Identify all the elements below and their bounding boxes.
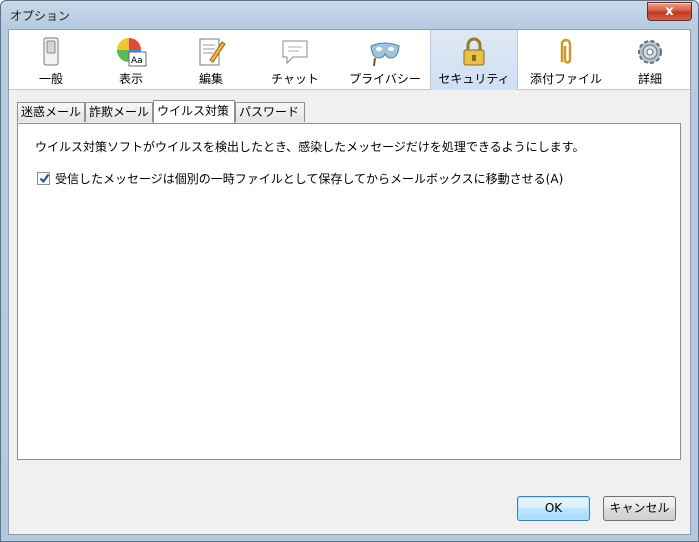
close-button[interactable]: x: [647, 2, 692, 21]
quarantine-checkbox[interactable]: [37, 172, 50, 185]
pane-label: セキュリティ: [438, 72, 510, 86]
pane-label: 表示: [118, 72, 143, 86]
security-tabs: 迷惑メール 詐欺メール ウイルス対策 パスワード: [17, 100, 677, 123]
pane-label: 添付ファイル: [529, 72, 602, 86]
quarantine-label: 受信したメッセージは個別の一時ファイルとして保存してからメールボックスに移動させ…: [55, 172, 564, 186]
compose-pencil-icon: [195, 36, 227, 68]
pane-display[interactable]: Aa 表示: [93, 30, 169, 90]
pane-security[interactable]: セキュリティ: [430, 30, 518, 90]
chat-bubble-icon: [279, 36, 311, 68]
display-palette-icon: Aa: [115, 36, 147, 68]
privacy-mask-icon: [369, 36, 401, 68]
pane-privacy[interactable]: プライバシー: [341, 30, 429, 90]
pane-advanced[interactable]: 詳細: [613, 30, 687, 90]
gear-icon: [634, 36, 666, 68]
pane-label: 詳細: [637, 72, 662, 86]
padlock-icon: [458, 36, 490, 68]
switch-icon: [35, 36, 67, 68]
pane-compose[interactable]: 編集: [173, 30, 249, 90]
antivirus-description: ウイルス対策ソフトがウイルスを検出したとき、感染したメッセージだけを処理できるよ…: [35, 140, 585, 154]
cancel-button[interactable]: キャンセル: [603, 496, 676, 521]
window-title: オプション: [10, 9, 71, 23]
pane-general[interactable]: 一般: [13, 30, 89, 90]
pane-label: チャット: [271, 72, 319, 86]
close-icon: x: [665, 4, 674, 19]
tab-passwords[interactable]: パスワード: [235, 102, 305, 122]
antivirus-panel: ウイルス対策ソフトがウイルスを検出したとき、感染したメッセージだけを処理できるよ…: [17, 123, 681, 460]
pane-label: 編集: [198, 72, 223, 86]
tab-antivirus[interactable]: ウイルス対策: [153, 100, 235, 123]
svg-text:Aa: Aa: [131, 56, 143, 66]
title-bar[interactable]: オプション x: [1, 1, 698, 29]
tab-scams[interactable]: 詐欺メール: [85, 102, 153, 122]
pane-label: プライバシー: [349, 72, 421, 86]
dialog-client-area: 一般 Aa 表示 編集 チャット プライバシー セキュリティ 添付ファイル 詳細…: [8, 29, 691, 535]
checkmark-icon: [39, 173, 50, 184]
tab-junk[interactable]: 迷惑メール: [17, 102, 85, 122]
pane-toolbar: 一般 Aa 表示 編集 チャット プライバシー セキュリティ 添付ファイル 詳細: [9, 30, 690, 90]
options-dialog: オプション x 一般 Aa 表示 編集 チャット プライバシー セキュリティ 添…: [0, 0, 699, 542]
pane-chat[interactable]: チャット: [253, 30, 337, 90]
pane-label: 一般: [38, 72, 63, 86]
pane-attachments[interactable]: 添付ファイル: [521, 30, 611, 90]
paperclip-icon: [550, 36, 582, 68]
ok-button[interactable]: OK: [517, 496, 590, 521]
